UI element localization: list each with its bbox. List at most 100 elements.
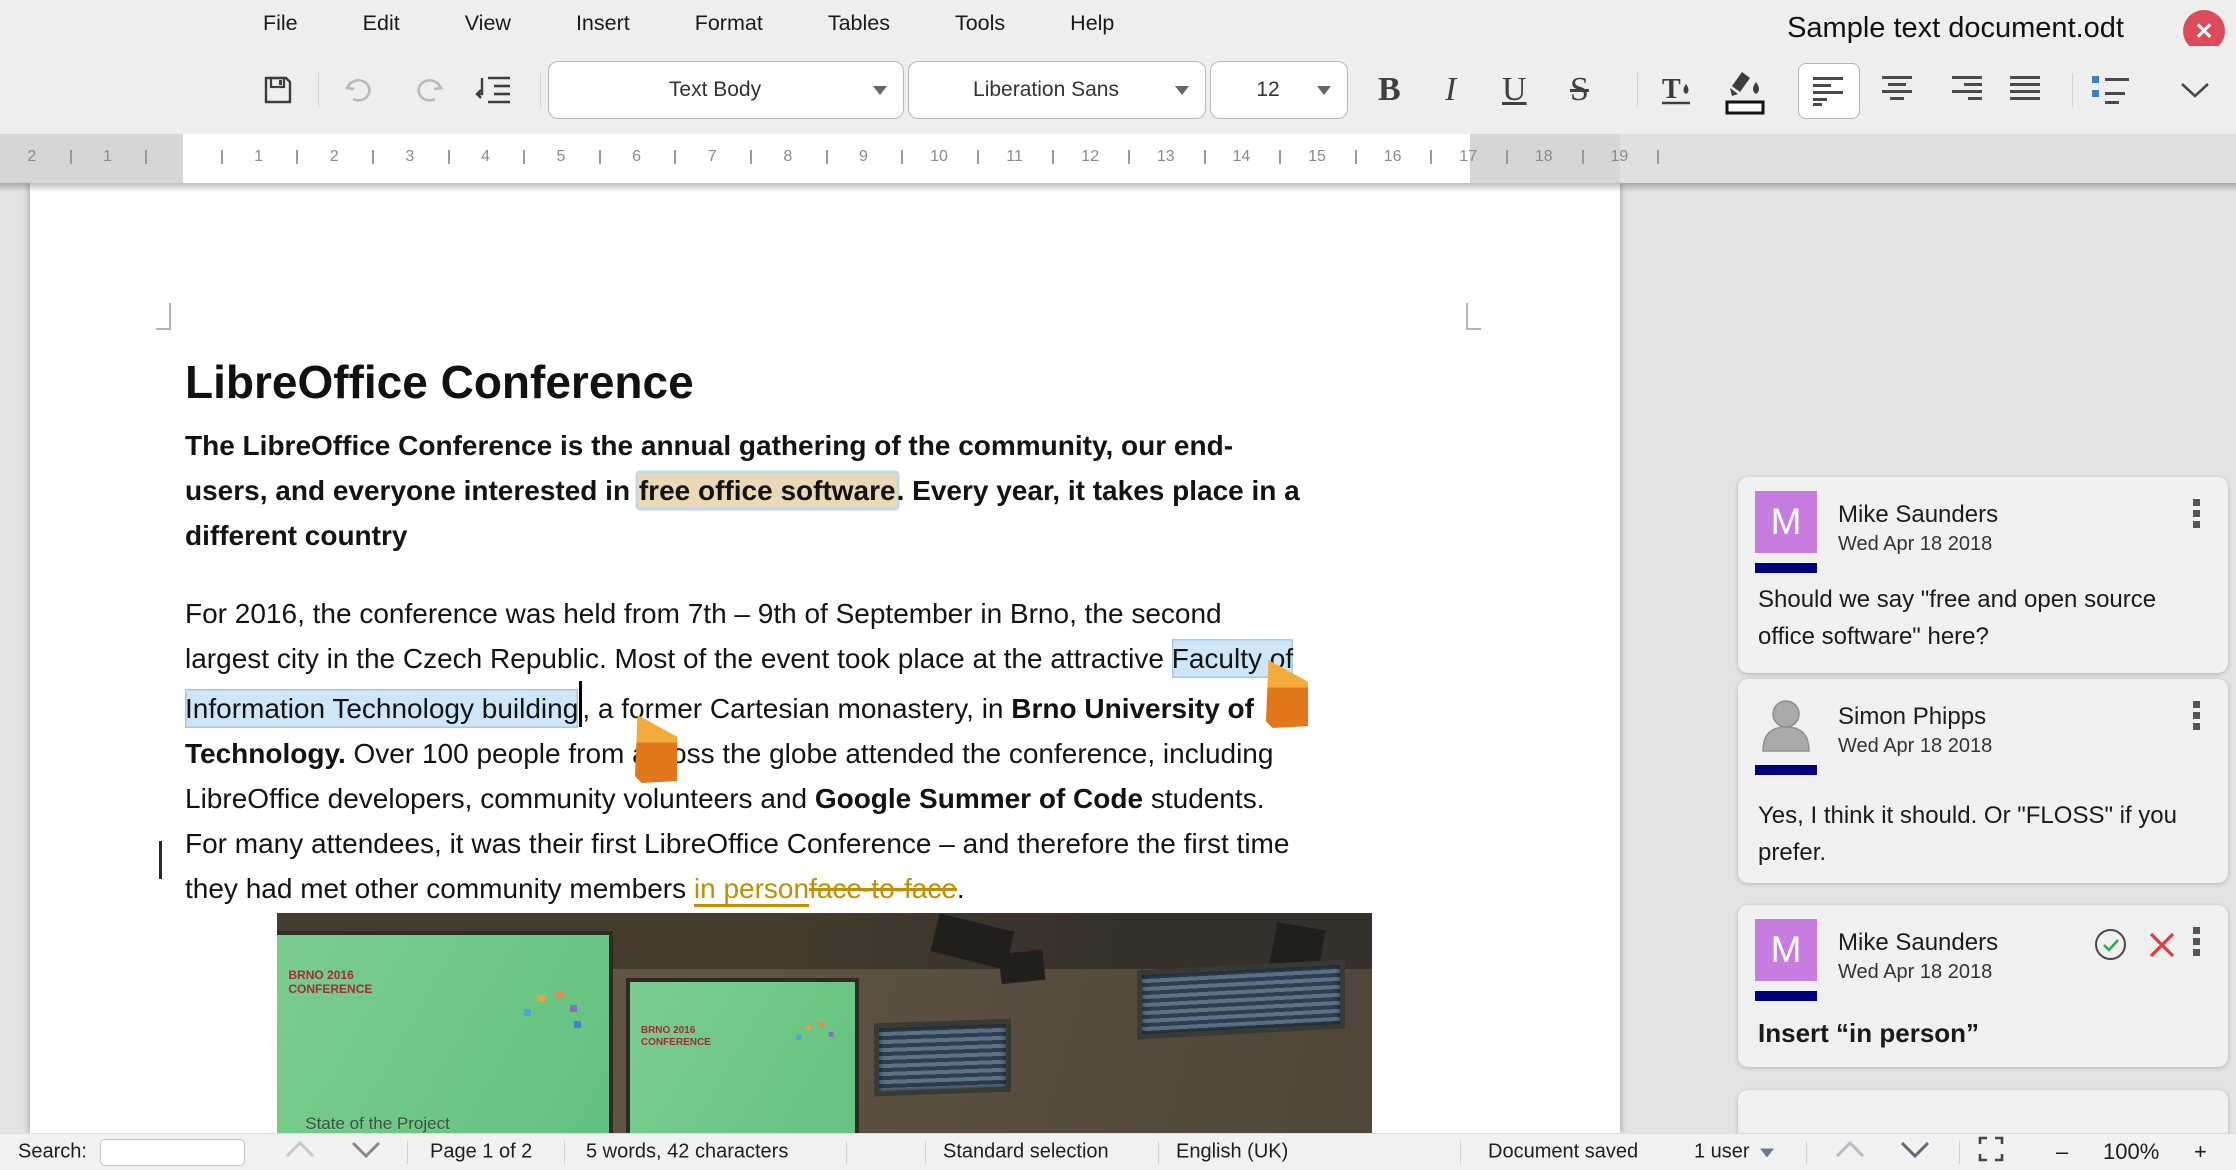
page-top-shadow	[0, 183, 2236, 192]
save-status: Document saved	[1488, 1140, 1639, 1163]
toolbar: Text Body Liberation Sans 12 B I U S T	[0, 46, 2236, 134]
formatting-marks-button[interactable]	[474, 72, 512, 108]
underline-button[interactable]: U	[1502, 71, 1527, 109]
next-page-button[interactable]	[1897, 1138, 1933, 1166]
svg-text:T: T	[1662, 74, 1681, 105]
menu-tools[interactable]: Tools	[955, 11, 1005, 36]
slide-title: State of the Project	[305, 1114, 450, 1133]
toolbar-separator	[540, 73, 541, 107]
highlight-color-button[interactable]	[1722, 64, 1768, 116]
menu-file[interactable]: File	[263, 11, 298, 36]
paragraph-style-value: Text Body	[668, 78, 762, 101]
fit-page-icon	[1978, 1136, 2004, 1162]
text-boundary-corner-left	[156, 303, 171, 330]
language-status[interactable]: English (UK)	[1176, 1141, 1288, 1164]
italic-button[interactable]: I	[1445, 71, 1456, 109]
reject-change-button[interactable]	[2147, 930, 2177, 960]
comment-text: Yes, I think it should. Or "FLOSS" if yo…	[1758, 802, 2178, 866]
comment-menu-button[interactable]	[2193, 499, 2200, 532]
redo-button[interactable]	[412, 74, 446, 106]
zoom-out-button[interactable]: –	[2056, 1139, 2068, 1165]
menu-edit[interactable]: Edit	[363, 11, 400, 36]
font-color-icon: T	[1662, 74, 1690, 105]
comment-card[interactable]: M Mike Saunders Wed Apr 18 2018 Should w…	[1738, 477, 2228, 673]
accept-change-button[interactable]	[2095, 929, 2126, 960]
save-icon	[264, 76, 292, 104]
tracked-change-bar	[159, 841, 162, 879]
author-color-bar	[1755, 991, 1817, 1001]
search-label: Search:	[18, 1140, 87, 1163]
conference-photo[interactable]: BRNO 2016 CONFERENCE State of the Projec…	[277, 913, 1372, 1133]
chevron-down-icon	[351, 1141, 381, 1159]
chevron-down-icon	[1175, 85, 1189, 95]
font-size-value: 12	[1256, 78, 1280, 101]
toolbar-separator	[1637, 73, 1638, 107]
photo-window	[873, 1018, 1011, 1096]
bullet-list-button[interactable]	[2090, 70, 2134, 110]
menu-insert[interactable]: Insert	[576, 11, 630, 36]
search-previous-button[interactable]	[282, 1138, 318, 1166]
chevron-down-icon	[873, 85, 887, 95]
undo-button[interactable]	[342, 74, 376, 106]
intro-paragraph[interactable]: The LibreOffice Conference is the annual…	[185, 423, 1485, 558]
toolbar-separator	[318, 73, 319, 107]
comment-menu-button[interactable]	[2193, 701, 2200, 734]
chevron-down-icon	[1317, 85, 1331, 95]
zoom-fit-button[interactable]	[1977, 1135, 2005, 1169]
chevron-up-icon	[1835, 1140, 1865, 1158]
document-canvas[interactable]: LibreOffice Conference The LibreOffice C…	[0, 183, 2236, 1133]
comment-menu-button[interactable]	[2193, 927, 2200, 960]
document-heading[interactable]: LibreOffice Conference	[185, 355, 1480, 409]
search-next-button[interactable]	[348, 1138, 384, 1166]
status-bar: Search: Page 1 of 2 5 words, 42 characte…	[0, 1133, 2236, 1170]
justify-button[interactable]	[2008, 73, 2044, 107]
formatting-marks-icon	[475, 76, 510, 104]
avatar: M	[1755, 491, 1817, 553]
bold-button[interactable]: B	[1378, 71, 1401, 109]
zoom-level[interactable]: 100%	[2103, 1139, 2159, 1165]
font-size-select[interactable]: 12	[1210, 61, 1348, 119]
search-input[interactable]	[100, 1139, 245, 1166]
chevron-down-icon	[1900, 1141, 1930, 1159]
comment-card-partial[interactable]	[1738, 1090, 2228, 1133]
paragraph-style-select[interactable]: Text Body	[548, 61, 904, 119]
projection-screen-right: BRNO 2016 CONFERENCE State of the Projec…	[629, 981, 856, 1133]
user-count[interactable]: 1 user	[1694, 1141, 1774, 1164]
tracked-change-card[interactable]: M Mike Saunders Wed Apr 18 2018 Insert “…	[1738, 905, 2228, 1067]
check-icon	[2102, 938, 2119, 952]
author-color-bar	[1755, 765, 1817, 775]
align-left-button[interactable]	[1798, 63, 1860, 119]
comment-date: Wed Apr 18 2018	[1838, 961, 1993, 983]
strikethrough-button[interactable]: S	[1570, 71, 1589, 109]
save-button[interactable]	[262, 74, 294, 106]
comment-text: Should we say "free and open source offi…	[1758, 586, 2157, 650]
previous-page-button[interactable]	[1832, 1138, 1868, 1166]
avatar: M	[1755, 919, 1817, 981]
font-name-select[interactable]: Liberation Sans	[908, 61, 1206, 119]
align-right-icon	[1952, 76, 1982, 100]
zoom-in-button[interactable]: +	[2194, 1139, 2207, 1165]
page-count[interactable]: Page 1 of 2	[430, 1141, 532, 1164]
x-icon	[2149, 932, 2175, 958]
comment-card[interactable]: Simon Phipps Wed Apr 18 2018 Yes, I thin…	[1738, 679, 2228, 883]
menu-help[interactable]: Help	[1070, 11, 1114, 36]
selection-mode[interactable]: Standard selection	[943, 1141, 1109, 1164]
toolbar-expand-button[interactable]	[2178, 80, 2212, 100]
align-right-button[interactable]	[1950, 73, 1986, 107]
menu-format[interactable]: Format	[695, 11, 763, 36]
align-center-button[interactable]	[1880, 73, 1916, 107]
menu-tables[interactable]: Tables	[828, 11, 890, 36]
comment-date: Wed Apr 18 2018	[1838, 533, 1993, 555]
font-color-button[interactable]: T	[1656, 70, 1696, 110]
horizontal-ruler[interactable]: 2 1 1 2 3 4 5 6 7 8 9 10 11 12 13 14 15 16 17 18 19	[0, 134, 2236, 183]
slide-confetti-graphic	[795, 1022, 837, 1050]
chevron-down-icon	[1759, 1148, 1774, 1158]
word-count[interactable]: 5 words, 42 characters	[586, 1141, 788, 1164]
author-color-bar	[1755, 563, 1817, 573]
body-paragraph[interactable]: For 2016, the conference was held from 7…	[185, 591, 1485, 911]
photo-projector	[998, 949, 1045, 984]
text-boundary-corner-right	[1466, 303, 1481, 330]
person-icon	[1762, 700, 1810, 752]
menu-view[interactable]: View	[465, 11, 511, 36]
justify-icon	[2010, 76, 2040, 100]
